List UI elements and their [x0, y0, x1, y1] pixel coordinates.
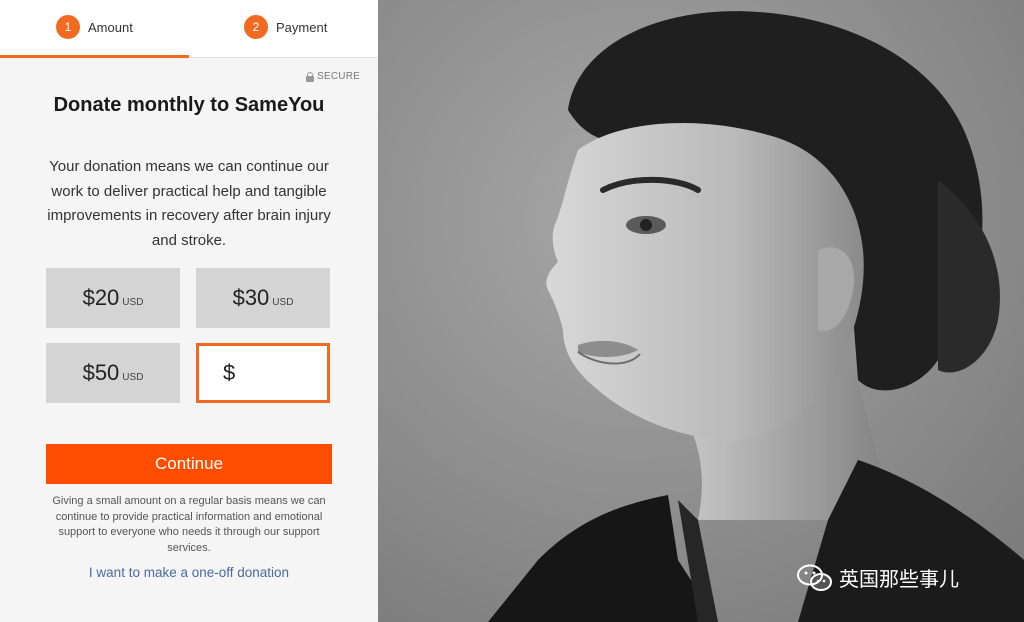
amount-option-50[interactable]: $50 USD	[46, 343, 180, 403]
amount-value: $50	[82, 360, 120, 385]
page-title: Donate monthly to SameYou	[53, 94, 325, 116]
custom-amount-field[interactable]: $	[196, 343, 330, 403]
amount-option-20[interactable]: $20 USD	[46, 268, 180, 328]
secure-badge: SECURE	[306, 71, 360, 82]
amount-currency: USD	[122, 296, 144, 308]
amount-value: $30	[232, 285, 270, 310]
watermark-text: 英国那些事儿	[839, 567, 959, 591]
wechat-watermark: 英国那些事儿	[797, 563, 959, 592]
secure-label: SECURE	[317, 71, 360, 82]
continue-button[interactable]: Continue	[46, 444, 332, 484]
step-number-1: 1	[56, 15, 80, 39]
one-off-donation-link[interactable]: I want to make a one-off donation	[40, 565, 338, 580]
description: Your donation means we can continue our …	[47, 158, 331, 249]
lock-icon	[306, 71, 315, 82]
active-step-underline	[0, 55, 189, 58]
custom-amount-input[interactable]	[241, 358, 312, 388]
step-payment[interactable]: 2 Payment	[244, 14, 327, 40]
wechat-icon	[797, 564, 832, 591]
step-amount[interactable]: 1 Amount	[56, 14, 133, 40]
amount-currency: USD	[122, 371, 144, 383]
amount-currency: USD	[272, 296, 294, 308]
donation-panel: 1 Amount 2 Payment SECURE Donate monthly…	[0, 0, 378, 622]
portrait-photo	[378, 0, 1024, 622]
step-number-2: 2	[244, 15, 268, 39]
step-label-payment: Payment	[276, 19, 328, 35]
step-indicator: 1 Amount 2 Payment	[0, 0, 378, 58]
dollar-symbol: $	[223, 360, 236, 385]
step-label-amount: Amount	[88, 19, 133, 35]
giving-note: Giving a small amount on a regular basis…	[52, 495, 326, 554]
amount-option-30[interactable]: $30 USD	[196, 268, 330, 328]
amount-value: $20	[82, 285, 120, 310]
portrait-image	[378, 0, 1024, 622]
